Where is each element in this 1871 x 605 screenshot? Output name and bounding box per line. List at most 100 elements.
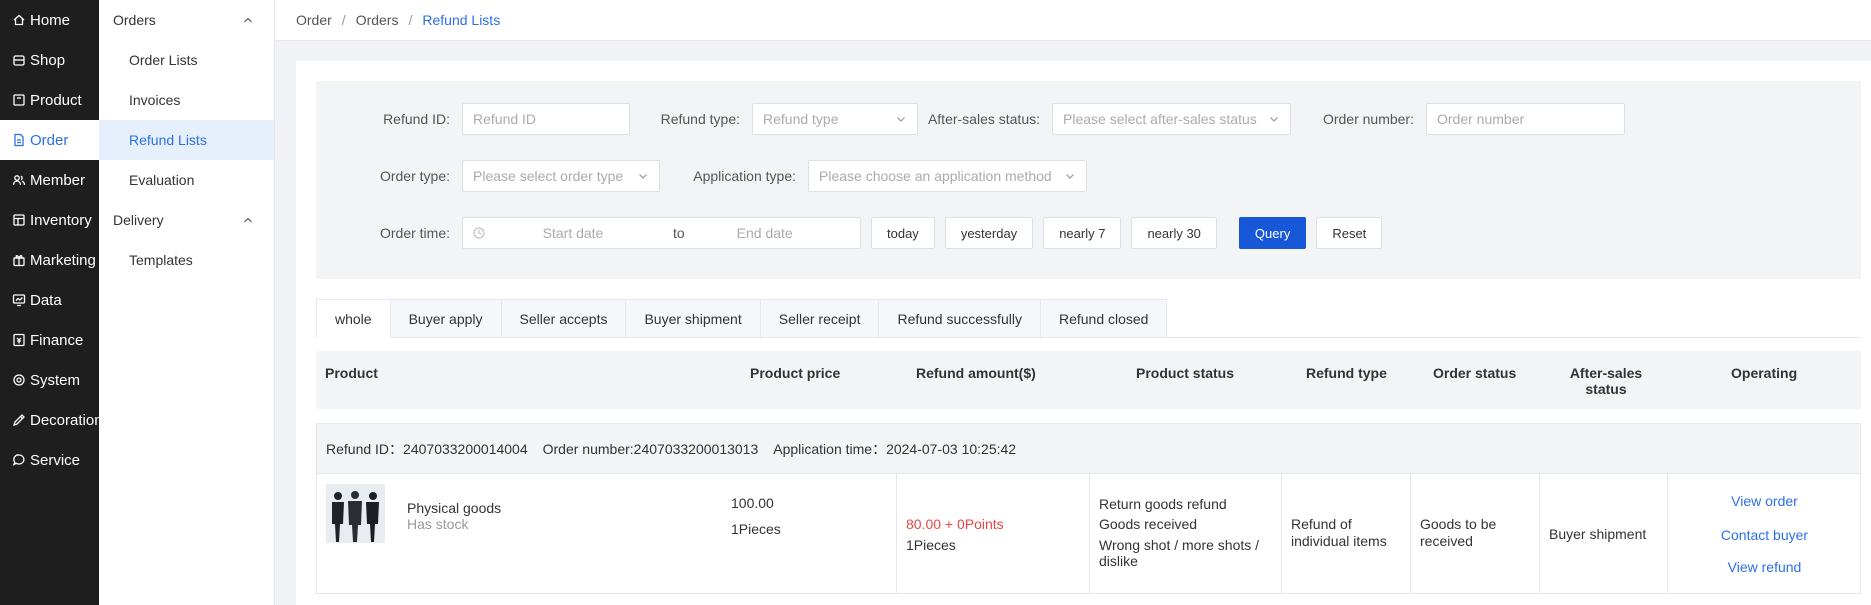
refund-type-select[interactable]: Refund type bbox=[752, 103, 918, 135]
nearly-7-button[interactable]: nearly 7 bbox=[1043, 217, 1122, 249]
chevron-down-icon bbox=[1066, 174, 1074, 179]
product-name[interactable]: Physical goods bbox=[407, 500, 501, 516]
nav-decoration-label: Decoration bbox=[30, 411, 103, 429]
nav-finance-label: Finance bbox=[30, 331, 84, 349]
product-thumbnail[interactable] bbox=[326, 484, 385, 543]
nearly-30-button[interactable]: nearly 30 bbox=[1131, 217, 1217, 249]
column-divider bbox=[1539, 474, 1540, 593]
query-button[interactable]: Query bbox=[1238, 217, 1307, 249]
order-status-cell: Goods to be received bbox=[1420, 474, 1530, 593]
order-status-value: Goods to be received bbox=[1420, 516, 1497, 549]
breadcrumb-orders[interactable]: Orders bbox=[356, 12, 399, 28]
order-time-range-picker[interactable]: Start date to End date bbox=[462, 217, 861, 249]
column-header-product: Product bbox=[325, 365, 378, 381]
view-refund-link[interactable]: View refund bbox=[1667, 559, 1862, 575]
primary-sidebar: Home Shop Product Order Member Inventory… bbox=[0, 0, 103, 605]
nav-product[interactable]: Product bbox=[0, 80, 99, 120]
start-date-placeholder[interactable]: Start date bbox=[503, 225, 643, 241]
end-date-placeholder[interactable]: End date bbox=[695, 225, 835, 241]
column-divider bbox=[1089, 474, 1090, 593]
nav-member-label: Member bbox=[30, 171, 86, 189]
nav-data-label: Data bbox=[30, 291, 62, 309]
tab-whole[interactable]: whole bbox=[316, 299, 391, 338]
subnav-group-orders[interactable]: Orders bbox=[99, 0, 274, 40]
column-header-refund-type: Refund type bbox=[1306, 365, 1387, 381]
refund-reason: Wrong shot / more shots / dislike bbox=[1099, 537, 1260, 569]
refund-type-label: Refund type: bbox=[660, 111, 740, 127]
column-divider bbox=[1410, 474, 1411, 593]
subnav-item-order-lists[interactable]: Order Lists bbox=[99, 40, 274, 80]
after-sales-status-placeholder: Please select after-sales status bbox=[1063, 111, 1257, 127]
nav-decoration[interactable]: Decoration bbox=[0, 400, 103, 440]
column-divider bbox=[1281, 474, 1282, 593]
breadcrumb-order[interactable]: Order bbox=[296, 12, 332, 28]
after-sales-status-label: After-sales status: bbox=[927, 111, 1040, 127]
nav-data[interactable]: Data bbox=[0, 280, 99, 320]
refund-amount: 80.00 + 0Points bbox=[906, 516, 1004, 532]
column-header-price: Product price bbox=[750, 365, 841, 381]
order-type-placeholder: Please select order type bbox=[473, 168, 624, 184]
nav-service[interactable]: Service bbox=[0, 440, 99, 480]
tab-buyer-shipment[interactable]: Buyer shipment bbox=[626, 299, 761, 338]
data-icon bbox=[12, 293, 26, 307]
nav-shop[interactable]: Shop bbox=[0, 40, 99, 80]
nav-marketing[interactable]: Marketing bbox=[0, 240, 99, 280]
column-header-order-status: Order status bbox=[1433, 365, 1517, 381]
order-type-select[interactable]: Please select order type bbox=[462, 160, 660, 192]
tab-seller-receipt[interactable]: Seller receipt bbox=[760, 299, 880, 338]
chevron-down-icon bbox=[897, 117, 905, 122]
tab-buyer-apply[interactable]: Buyer apply bbox=[390, 299, 502, 338]
nav-home-label: Home bbox=[30, 11, 71, 29]
application-time-value: 2024-07-03 10:25:42 bbox=[886, 440, 1017, 457]
subnav-item-invoices[interactable]: Invoices bbox=[99, 80, 274, 120]
home-icon bbox=[12, 13, 26, 27]
nav-inventory[interactable]: Inventory bbox=[0, 200, 99, 240]
subnav-item-templates[interactable]: Templates bbox=[99, 240, 274, 280]
clock-icon bbox=[473, 227, 485, 239]
breadcrumb: Order / Orders / Refund Lists bbox=[275, 0, 1871, 41]
refund-id-input[interactable]: Refund ID bbox=[462, 103, 630, 135]
column-header-operating: Operating bbox=[1731, 365, 1798, 381]
nav-service-label: Service bbox=[30, 451, 81, 469]
chat-icon bbox=[12, 453, 26, 467]
order-type-label: Order type: bbox=[379, 168, 450, 184]
nav-member[interactable]: Member bbox=[0, 160, 99, 200]
order-number-input[interactable]: Order number bbox=[1426, 103, 1625, 135]
refund-id-label: Refund ID: bbox=[383, 111, 450, 127]
order-time-label: Order time: bbox=[379, 225, 450, 241]
subnav-item-refund-lists[interactable]: Refund Lists bbox=[99, 120, 274, 160]
nav-finance[interactable]: Finance bbox=[0, 320, 99, 360]
tab-seller-accepts[interactable]: Seller accepts bbox=[501, 299, 627, 338]
subnav-item-evaluation[interactable]: Evaluation bbox=[99, 160, 274, 200]
nav-system[interactable]: System bbox=[0, 360, 99, 400]
subnav-group-delivery[interactable]: Delivery bbox=[99, 200, 274, 240]
order-number-prefix: Order number: bbox=[542, 440, 634, 457]
refund-type-placeholder: Refund type bbox=[763, 111, 839, 127]
nav-order-label: Order bbox=[30, 131, 69, 149]
filter-panel: Refund ID: Refund ID Refund type: Refund… bbox=[316, 81, 1861, 279]
after-sales-status-select[interactable]: Please select after-sales status bbox=[1052, 103, 1291, 135]
today-button[interactable]: today bbox=[871, 217, 935, 249]
nav-home[interactable]: Home bbox=[0, 0, 99, 40]
refund-id-value: 2407033200014004 bbox=[403, 440, 528, 457]
product-status-cell: Return goods refund Goods received Wrong… bbox=[1099, 474, 1269, 593]
application-time-prefix: Application time： bbox=[773, 440, 887, 457]
nav-shop-label: Shop bbox=[30, 51, 66, 69]
yesterday-button[interactable]: yesterday bbox=[944, 217, 1034, 249]
stock-status: Has stock bbox=[407, 516, 469, 532]
contact-buyer-link[interactable]: Contact buyer bbox=[1667, 527, 1862, 543]
refund-id-prefix: Refund ID： bbox=[326, 440, 404, 457]
reset-button[interactable]: Reset bbox=[1316, 217, 1383, 249]
tab-refund-closed[interactable]: Refund closed bbox=[1040, 299, 1168, 338]
nav-order[interactable]: Order bbox=[0, 120, 99, 160]
shop-icon bbox=[12, 53, 26, 67]
product-status-line: Return goods refund bbox=[1099, 496, 1227, 512]
product-quantity: 1Pieces bbox=[731, 521, 781, 537]
table-row-header: Refund ID： 2407033200014004 Order number:… bbox=[316, 423, 1861, 474]
application-type-select[interactable]: Please choose an application method bbox=[808, 160, 1087, 192]
refund-type-cell: Refund of individual items bbox=[1291, 474, 1401, 593]
tab-refund-successfully[interactable]: Refund successfully bbox=[879, 299, 1041, 338]
column-header-after-sales-status: After-sales status bbox=[1569, 365, 1643, 397]
view-order-link[interactable]: View order bbox=[1667, 493, 1862, 509]
table-header: Product Product price Refund amount($) P… bbox=[316, 351, 1861, 409]
